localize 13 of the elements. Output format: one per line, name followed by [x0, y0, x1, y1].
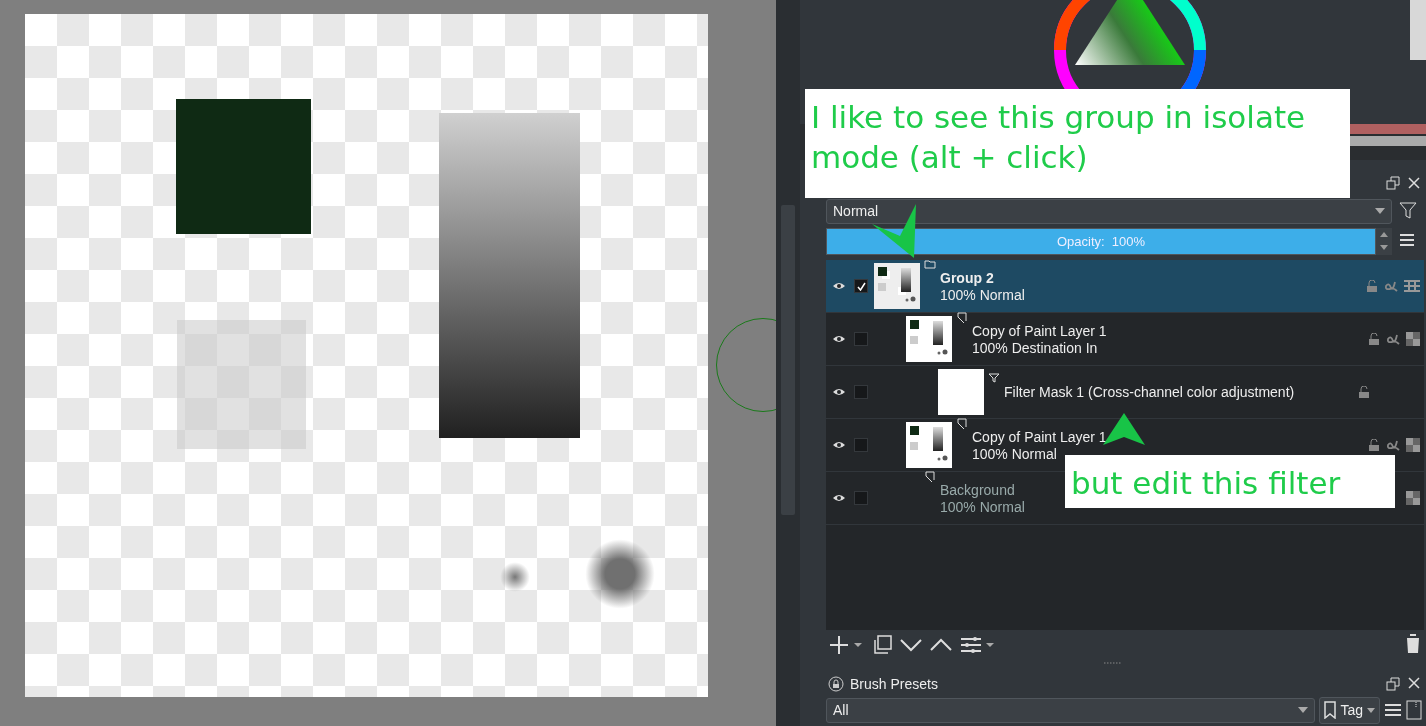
annotation-tooltip: but edit this filter: [1065, 455, 1395, 508]
opacity-label: Opacity: 100%: [1056, 233, 1146, 249]
layer-blend-mode: 100% Normal: [972, 445, 1058, 462]
panel-title: Brush Presets: [850, 676, 938, 692]
layer-name: Background: [940, 481, 1016, 498]
annotation-tooltip: I like to see this group in isolate mode (alt + click): [805, 89, 1350, 198]
layer-name: Copy of Paint Layer 1: [972, 322, 1107, 339]
layer-blend-mode: 100% Normal: [940, 286, 1025, 303]
layer-name: Filter Mask 1 (Cross-channel color adjustment): [1004, 384, 1295, 400]
layer-blend-mode: 100% Normal: [940, 498, 1025, 515]
layer-name: Group 2: [940, 269, 995, 286]
layer-blend-mode: 100% Destination In: [972, 339, 1099, 356]
layer-name: Copy of Paint Layer 1: [972, 428, 1107, 445]
